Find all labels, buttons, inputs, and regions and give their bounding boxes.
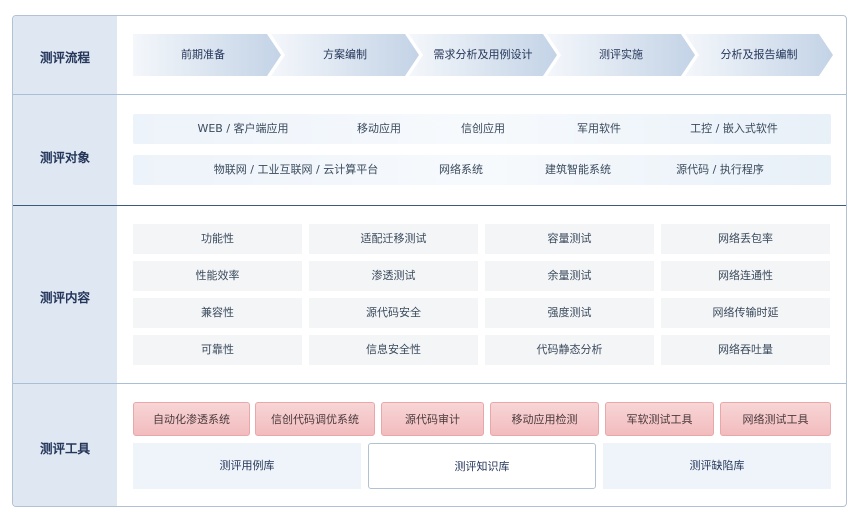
content-cell: 强度测试 (485, 298, 654, 328)
content-cell: 可靠性 (133, 335, 302, 365)
row-label-objects: 测评对象 (39, 150, 90, 165)
divider-3 (13, 383, 846, 384)
process-step-5: 分析及报告编制 (720, 48, 798, 61)
row-label-tools: 测评工具 (39, 441, 90, 456)
content-cell: 代码静态分析 (485, 335, 654, 365)
tool-code-tuning: 信创代码调优系统 (255, 402, 375, 436)
library-defect: 测评缺陷库 (603, 443, 831, 489)
tool-network-test: 网络测试工具 (720, 402, 831, 436)
divider-1 (13, 94, 846, 95)
object-building: 建筑智能系统 (545, 163, 611, 176)
library-testcase: 测评用例库 (133, 443, 361, 489)
object-military: 军用软件 (577, 122, 621, 135)
tool-source-audit: 源代码审计 (381, 402, 484, 436)
content-cell: 适配迁移测试 (309, 224, 478, 254)
content-cell: 信息安全性 (309, 335, 478, 365)
process-step-3: 需求分析及用例设计 (433, 48, 533, 61)
objects-band-2: 物联网 / 工业互联网 / 云计算平台 网络系统 建筑智能系统 源代码 / 执行… (133, 155, 831, 185)
left-column (13, 16, 117, 506)
content-cell: 性能效率 (133, 261, 302, 291)
process-step-4: 测评实施 (599, 48, 643, 61)
row-label-process: 测评流程 (39, 50, 90, 65)
divider-2 (13, 205, 846, 206)
object-network: 网络系统 (439, 163, 483, 176)
object-xinchuang: 信创应用 (461, 122, 505, 135)
process-step-2: 方案编制 (323, 48, 367, 61)
content-cell: 余量测试 (485, 261, 654, 291)
object-industrial: 工控 / 嵌入式软件 (690, 122, 778, 135)
tool-auto-pentest: 自动化渗透系统 (133, 402, 250, 436)
object-mobile: 移动应用 (357, 122, 401, 135)
content-cell: 网络丢包率 (661, 224, 830, 254)
content-cell: 网络连通性 (661, 261, 830, 291)
content-cell: 兼容性 (133, 298, 302, 328)
objects-band-1: WEB / 客户端应用 移动应用 信创应用 军用软件 工控 / 嵌入式软件 (133, 114, 831, 144)
tool-military-test: 军软测试工具 (605, 402, 714, 436)
tool-mobile-check: 移动应用检测 (490, 402, 599, 436)
content-cell: 渗透测试 (309, 261, 478, 291)
content-cell: 网络传输时延 (661, 298, 830, 328)
object-iot-cloud: 物联网 / 工业互联网 / 云计算平台 (213, 163, 379, 176)
content-cell: 功能性 (133, 224, 302, 254)
content-cell: 网络吞吐量 (661, 335, 830, 365)
content-cell: 容量测试 (485, 224, 654, 254)
process-flow: 前期准备 方案编制 需求分析及用例设计 测评实施 分析及报告编制 (133, 34, 833, 76)
process-step-1: 前期准备 (181, 48, 225, 61)
object-source-code: 源代码 / 执行程序 (676, 163, 764, 176)
library-knowledge: 测评知识库 (368, 443, 596, 489)
row-label-content: 测评内容 (39, 290, 90, 305)
frame: 测评流程 测评对象 测评内容 测评工具 前期准备 方案编制 需求分析及用例设计 … (12, 15, 847, 507)
object-web-client: WEB / 客户端应用 (197, 122, 289, 135)
content-cell: 源代码安全 (309, 298, 478, 328)
